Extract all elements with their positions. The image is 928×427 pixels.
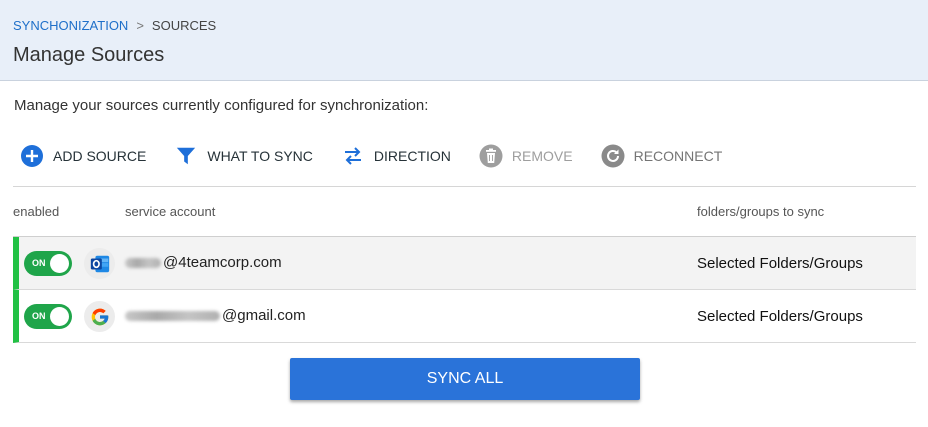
breadcrumb-current: SOURCES	[151, 18, 217, 33]
page-title: Manage Sources	[13, 44, 165, 66]
direction-label: DIRECTION	[373, 148, 451, 164]
direction-button[interactable]: DIRECTION	[341, 144, 451, 168]
add-circle-icon	[20, 144, 44, 168]
toggle-knob	[50, 254, 69, 273]
toggle-label: ON	[32, 311, 46, 321]
outlook-icon	[84, 248, 115, 279]
what-to-sync-label: WHAT TO SYNC	[207, 148, 313, 164]
table-header: enabled service account folders/groups t…	[13, 186, 916, 237]
breadcrumb: SYNCHONIZATION > SOURCES	[13, 18, 216, 33]
table-row[interactable]: ON @gmail.com Selected Folders/Groups	[13, 290, 916, 343]
header-enabled: enabled	[13, 204, 60, 219]
account-domain: @gmail.com	[222, 307, 306, 324]
remove-button[interactable]: REMOVE	[479, 144, 573, 168]
add-source-button[interactable]: ADD SOURCE	[20, 144, 146, 168]
reconnect-button[interactable]: RECONNECT	[601, 144, 723, 168]
filter-icon	[174, 144, 198, 168]
sources-table: enabled service account folders/groups t…	[13, 186, 916, 343]
toggle-knob	[50, 307, 69, 326]
intro-text: Manage your sources currently configured…	[14, 97, 429, 114]
reconnect-label: RECONNECT	[633, 148, 723, 164]
service-account: @gmail.com	[125, 307, 306, 324]
breadcrumb-separator: >	[136, 18, 144, 33]
folders-to-sync[interactable]: Selected Folders/Groups	[697, 308, 863, 325]
redacted-username	[125, 310, 220, 321]
reconnect-icon	[601, 144, 625, 168]
enabled-toggle[interactable]: ON	[24, 304, 72, 329]
sync-all-button[interactable]: SYNC ALL	[290, 358, 640, 400]
trash-icon	[479, 144, 503, 168]
add-source-label: ADD SOURCE	[53, 148, 147, 164]
what-to-sync-button[interactable]: WHAT TO SYNC	[174, 144, 313, 168]
enabled-toggle[interactable]: ON	[24, 251, 72, 276]
google-icon	[84, 301, 115, 332]
table-row[interactable]: ON @4teamcorp.com Selected Folders/Group…	[13, 237, 916, 290]
header-folders: folders/groups to sync	[697, 204, 825, 219]
breadcrumb-link-synchronization[interactable]: SYNCHONIZATION	[13, 18, 128, 33]
redacted-username	[125, 257, 161, 268]
account-domain: @4teamcorp.com	[163, 254, 282, 271]
remove-label: REMOVE	[511, 148, 573, 164]
toggle-label: ON	[32, 258, 46, 268]
service-account: @4teamcorp.com	[125, 254, 282, 271]
toolbar: ADD SOURCE WHAT TO SYNC DIRECTION REMOVE…	[20, 142, 750, 170]
header-service-account: service account	[125, 204, 216, 219]
page-header: SYNCHONIZATION > SOURCES Manage Sources	[0, 0, 928, 81]
folders-to-sync[interactable]: Selected Folders/Groups	[697, 255, 863, 272]
swap-arrows-icon	[341, 144, 365, 168]
